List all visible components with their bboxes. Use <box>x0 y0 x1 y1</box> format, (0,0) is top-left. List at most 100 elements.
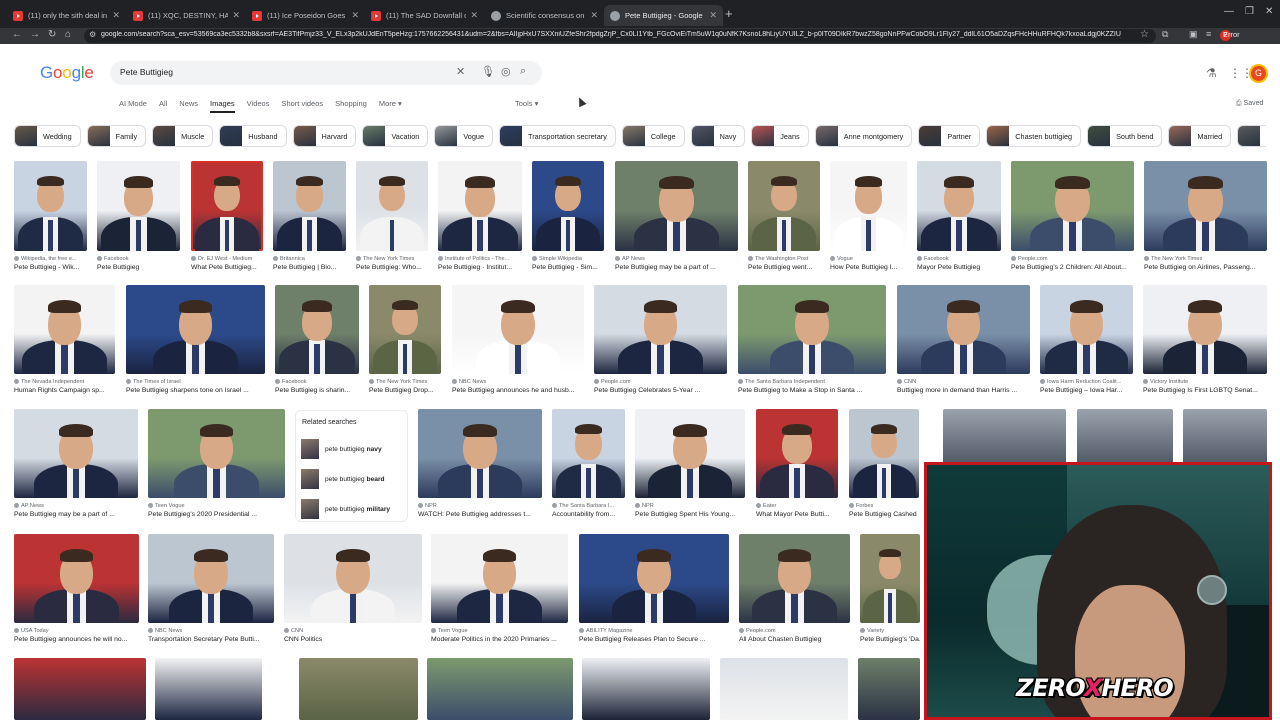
result-thumbnail[interactable] <box>14 534 139 623</box>
result-thumbnail[interactable] <box>532 161 604 251</box>
image-result[interactable]: Facebook Pete Buttigieg is sharin... <box>275 285 359 396</box>
image-result[interactable]: Institute of Politics - The... Pete Butti… <box>438 161 522 273</box>
result-source[interactable]: Facebook <box>917 256 1001 262</box>
result-title[interactable]: All About Chasten Buttigieg <box>739 636 850 643</box>
filter-chip[interactable]: South bend <box>1087 125 1163 147</box>
image-result[interactable]: The Nevada Independent Human Rights Campa… <box>14 285 115 396</box>
result-title[interactable]: Pete Buttigieg is sharin... <box>275 387 359 394</box>
result-thumbnail[interactable] <box>14 161 87 251</box>
browser-tab[interactable]: (11) Ice Poseidon Goes On a Cr ✕ <box>246 5 365 26</box>
result-source[interactable]: NBC News <box>452 379 584 385</box>
result-title[interactable]: Pete Buttigieg on Airlines, Passeng... <box>1144 264 1267 271</box>
image-result[interactable]: NBC News Transportation Secretary Pete Bu… <box>148 534 274 645</box>
error-button[interactable]: Error <box>1223 30 1240 39</box>
result-thumbnail[interactable] <box>299 658 418 720</box>
labs-icon[interactable]: ⚗ <box>1206 66 1217 80</box>
result-title[interactable]: Pete Buttigieg - Wik... <box>14 264 87 271</box>
image-result[interactable]: People.com Pete Buttigieg Celebrates 5-Ye… <box>594 285 727 396</box>
search-box[interactable]: Pete Buttigieg ✕ 🎙 ◎ ⌕ <box>110 61 542 85</box>
browser-tab[interactable]: (11) The SAD Downfall of Justin✕ <box>365 5 484 26</box>
image-result[interactable]: Teen Vogue Pete Buttigieg's 2020 Presiden… <box>148 409 285 520</box>
result-source[interactable]: AP News <box>14 503 138 509</box>
image-result[interactable]: CNN CNN Politics <box>284 534 422 645</box>
filter-chip[interactable]: Husband <box>219 125 287 147</box>
result-thumbnail[interactable] <box>849 409 919 498</box>
tab-more[interactable]: More ▾ <box>379 99 402 111</box>
result-source[interactable]: The Santa Barbara I... <box>552 503 625 509</box>
result-source[interactable]: Forbes <box>849 503 919 509</box>
address-bar[interactable]: ⚙ google.com/search?sca_esv=53569ca3ec53… <box>84 29 1156 43</box>
result-thumbnail[interactable] <box>635 409 745 498</box>
account-avatar[interactable]: G <box>1249 64 1268 83</box>
result-source[interactable]: NPR <box>635 503 745 509</box>
result-thumbnail[interactable] <box>756 409 838 498</box>
result-thumbnail[interactable] <box>579 534 729 623</box>
saved-button[interactable]: ⎙ Saved <box>1236 100 1263 108</box>
tab-all[interactable]: All <box>159 99 167 111</box>
image-result[interactable]: NPR Pete Buttigieg Spent His Young... <box>635 409 745 520</box>
result-source[interactable]: Wikipedia, the free e... <box>14 256 87 262</box>
close-tab-icon[interactable]: ✕ <box>709 10 717 21</box>
result-source[interactable]: The Times of Israel <box>126 379 265 385</box>
image-result[interactable]: The New York Times Pete Buttigieg: Who... <box>356 161 428 273</box>
extension-icon[interactable]: ⧉ <box>1162 29 1168 40</box>
result-title[interactable]: Pete Buttigieg Spent His Young... <box>635 511 745 518</box>
result-thumbnail[interactable] <box>369 285 441 374</box>
image-result[interactable]: Forbes Pete Buttigieg Cashed <box>849 409 919 520</box>
result-thumbnail[interactable] <box>720 658 848 720</box>
result-title[interactable]: Pete Buttigieg went... <box>748 264 820 271</box>
browser-tab[interactable]: (11) only the sith deal in absolu ✕ <box>7 5 126 26</box>
result-title[interactable]: Pete Buttigieg's 2020 Presidential ... <box>148 511 285 518</box>
media-icon[interactable]: ≡ <box>1206 29 1211 39</box>
related-search-item[interactable]: pete buttigieg military <box>301 499 405 519</box>
result-source[interactable]: Facebook <box>97 256 180 262</box>
close-tab-icon[interactable]: ✕ <box>112 10 120 21</box>
result-source[interactable]: NBC News <box>148 628 274 634</box>
result-thumbnail[interactable] <box>830 161 907 251</box>
result-title[interactable]: Pete Buttigieg | Bio... <box>273 264 346 271</box>
result-title[interactable]: Pete Buttigieg · Institut... <box>438 264 522 271</box>
result-source[interactable]: The New York Times <box>356 256 428 262</box>
result-title[interactable]: CNN Politics <box>284 636 422 643</box>
result-source[interactable]: Vogue <box>830 256 907 262</box>
result-title[interactable]: What Mayor Pete Butti... <box>756 511 838 518</box>
filter-chip[interactable]: Transportation secretary <box>499 125 616 147</box>
result-source[interactable]: The Santa Barbara Independent <box>738 379 886 385</box>
image-result[interactable]: The New York Times Pete Buttigieg Drop... <box>369 285 441 396</box>
result-thumbnail[interactable] <box>148 534 274 623</box>
filter-chip[interactable]: Harvard <box>292 125 357 147</box>
image-result[interactable]: NBC News Pete Buttigieg announces he and … <box>452 285 584 396</box>
result-thumbnail[interactable] <box>1183 409 1267 469</box>
image-result[interactable]: Variety Pete Buttigieg's 'Da... <box>860 534 920 645</box>
tab-ai-mode[interactable]: AI Mode <box>119 99 147 111</box>
filter-chip[interactable]: Navy <box>690 125 746 147</box>
image-result[interactable]: CNN Buttigieg more in demand than Harris … <box>897 285 1030 396</box>
image-result[interactable] <box>14 658 146 720</box>
result-source[interactable]: Victory Institute <box>1143 379 1267 385</box>
forward-icon[interactable]: → <box>30 29 40 40</box>
image-result[interactable] <box>858 658 920 720</box>
result-source[interactable]: Simple Wikipedia <box>532 256 604 262</box>
site-info-icon[interactable]: ⚙ <box>89 30 96 39</box>
result-title[interactable]: Pete Buttigieg Releases Plan to Secure .… <box>579 636 729 643</box>
image-result[interactable]: People.com Pete Buttigieg's 2 Children: A… <box>1011 161 1134 273</box>
image-result[interactable]: Wikipedia, the free e... Pete Buttigieg -… <box>14 161 87 273</box>
minimize-icon[interactable]: — <box>1224 6 1234 17</box>
image-result[interactable]: USA Today Pete Buttigieg announces he wil… <box>14 534 139 645</box>
result-title[interactable]: Pete Buttigieg sharpens tone on Israel .… <box>126 387 265 394</box>
browser-tab[interactable]: Pete Buttigieg - Google Search ✕ <box>604 5 723 26</box>
filter-chip[interactable]: Vacation <box>362 125 429 147</box>
result-title[interactable]: Moderate Politics in the 2020 Primaries … <box>431 636 568 643</box>
result-thumbnail[interactable] <box>284 534 422 623</box>
result-source[interactable]: The Nevada Independent <box>14 379 115 385</box>
result-title[interactable]: Pete Buttigieg Drop... <box>369 387 441 394</box>
result-source[interactable]: AP News <box>615 256 738 262</box>
result-thumbnail[interactable] <box>739 534 850 623</box>
image-result[interactable]: Facebook Mayor Pete Buttigieg <box>917 161 1001 273</box>
image-result[interactable]: Teen Vogue Moderate Politics in the 2020 … <box>431 534 568 645</box>
filter-chip[interactable]: Wedding <box>14 125 81 147</box>
result-thumbnail[interactable] <box>356 161 428 251</box>
image-result[interactable]: Britannica Pete Buttigieg | Bio... <box>273 161 346 273</box>
result-source[interactable]: Dr. EJ West - Medium <box>191 256 263 262</box>
search-input[interactable]: Pete Buttigieg <box>120 67 173 77</box>
